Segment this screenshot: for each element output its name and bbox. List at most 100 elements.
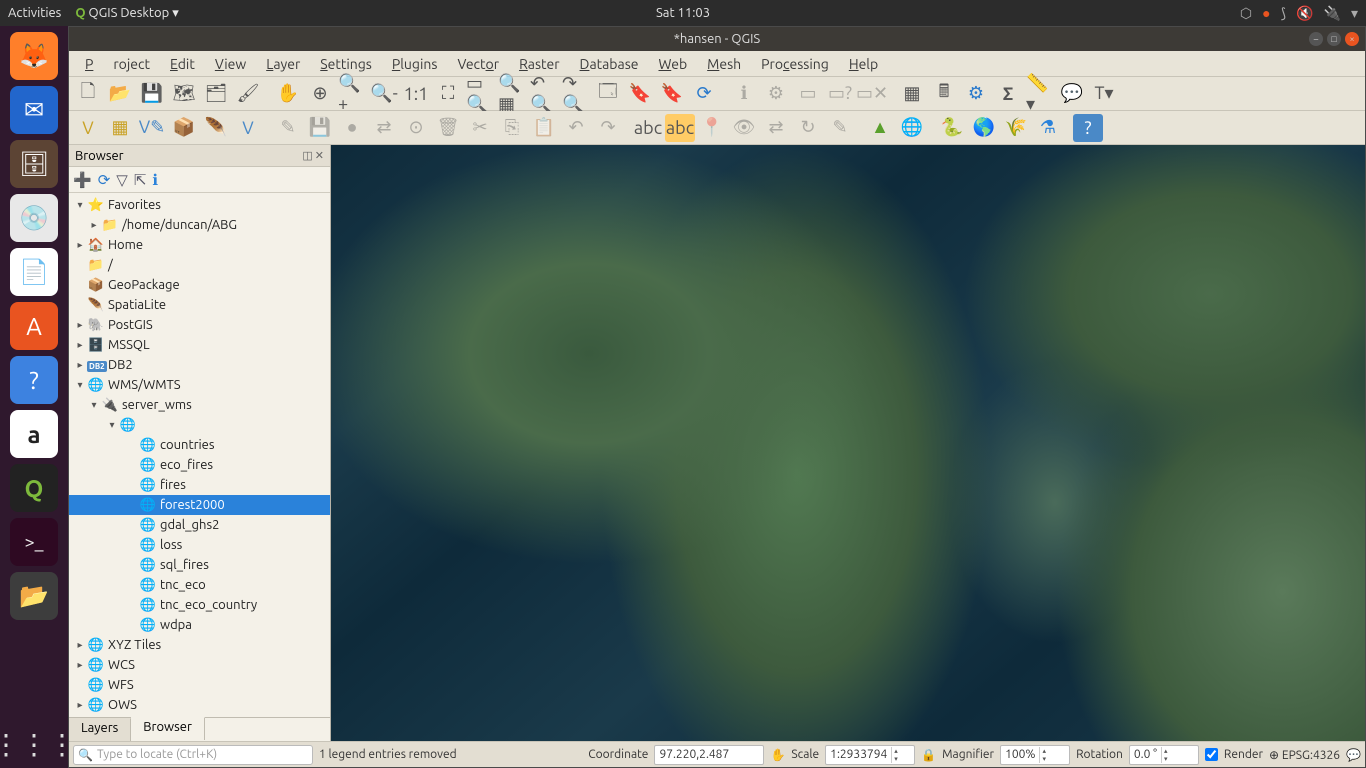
tree-item-SpatiaLite[interactable]: 🪶SpatiaLite bbox=[69, 295, 330, 315]
plugin-grass-button[interactable]: 🌾 bbox=[1001, 114, 1031, 142]
menu-web[interactable]: Web bbox=[649, 53, 698, 75]
select-button[interactable]: ▭ bbox=[793, 80, 823, 108]
new-spatialite-button[interactable]: 🪶 bbox=[201, 114, 231, 142]
window-minimize[interactable]: – bbox=[1309, 32, 1323, 46]
menu-raster[interactable]: Raster bbox=[509, 53, 569, 75]
tree-item-gdal_ghs2[interactable]: 🌐gdal_ghs2 bbox=[69, 515, 330, 535]
expand-icon[interactable]: ▸ bbox=[73, 239, 87, 251]
deselect-button[interactable]: ▭✕ bbox=[857, 80, 887, 108]
measure-button[interactable]: 📏▾ bbox=[1025, 80, 1055, 108]
paste-button[interactable]: 📋 bbox=[529, 114, 559, 142]
window-maximize[interactable]: □ bbox=[1327, 32, 1341, 46]
tree-item-DB2[interactable]: ▸DB2DB2 bbox=[69, 355, 330, 375]
volume-icon[interactable]: 🔇 bbox=[1296, 5, 1313, 22]
action-button[interactable]: ⚙ bbox=[761, 80, 791, 108]
activities-button[interactable]: Activities bbox=[8, 6, 61, 20]
tree-item-loss[interactable]: 🌐loss bbox=[69, 535, 330, 555]
label-change-button[interactable]: ✎ bbox=[825, 114, 855, 142]
launcher-help[interactable]: ? bbox=[10, 356, 58, 404]
menu-edit[interactable]: Edit bbox=[160, 53, 205, 75]
tree-item-sql_fires[interactable]: 🌐sql_fires bbox=[69, 555, 330, 575]
open-attribute-table-button[interactable]: ▦ bbox=[897, 80, 927, 108]
map-tips-button[interactable]: 💬 bbox=[1057, 80, 1087, 108]
tree-item-OWS[interactable]: ▸🌐OWS bbox=[69, 695, 330, 715]
label-show-button[interactable]: 👁 bbox=[729, 114, 759, 142]
tree-item-WMS/WMTS[interactable]: ▾🌐WMS/WMTS bbox=[69, 375, 330, 395]
filter-browser-icon[interactable]: ▽ bbox=[116, 171, 128, 189]
zoom-out-button[interactable]: 🔍- bbox=[369, 80, 399, 108]
expand-icon[interactable]: ▸ bbox=[73, 639, 87, 651]
tree-item-MSSQL[interactable]: ▸🗄️MSSQL bbox=[69, 335, 330, 355]
menu-project[interactable]: Project bbox=[75, 53, 160, 75]
show-bookmarks-button[interactable]: 🔖 bbox=[657, 80, 687, 108]
label-pin-button[interactable]: 📍 bbox=[697, 114, 727, 142]
zoom-full-button[interactable]: ⛶ bbox=[433, 80, 463, 108]
tree-item-eco_fires[interactable]: 🌐eco_fires bbox=[69, 455, 330, 475]
collapse-all-icon[interactable]: ⇱ bbox=[134, 171, 147, 189]
node-tool-button[interactable]: ⊙ bbox=[401, 114, 431, 142]
zoom-layer-button[interactable]: 🔍▦ bbox=[497, 80, 527, 108]
redo-button[interactable]: ↷ bbox=[593, 114, 623, 142]
tree-item-/home/duncan/ABG[interactable]: ▸📁/home/duncan/ABG bbox=[69, 215, 330, 235]
save-project-button[interactable]: 💾 bbox=[137, 80, 167, 108]
label-rotate-button[interactable]: ↻ bbox=[793, 114, 823, 142]
wifi-icon[interactable]: ⟆ bbox=[1281, 5, 1286, 22]
add-layer-icon[interactable]: ➕ bbox=[73, 171, 92, 189]
stats-button[interactable]: Σ bbox=[993, 80, 1023, 108]
launcher-terminal[interactable]: >_ bbox=[10, 518, 58, 566]
launcher-qgis[interactable]: Q bbox=[10, 464, 58, 512]
label-highlight-button[interactable]: abc bbox=[665, 114, 695, 142]
power-menu[interactable]: ▾ bbox=[1351, 5, 1358, 22]
new-map-view-button[interactable]: 🗔 bbox=[593, 80, 623, 108]
tree-item-tnc_eco[interactable]: 🌐tnc_eco bbox=[69, 575, 330, 595]
annotation-button[interactable]: T▾ bbox=[1089, 80, 1119, 108]
expand-icon[interactable]: ▾ bbox=[87, 399, 101, 411]
plugin-processing-button[interactable]: ⚗ bbox=[1033, 114, 1063, 142]
tree-item-countries[interactable]: 🌐countries bbox=[69, 435, 330, 455]
menu-help[interactable]: Help bbox=[839, 53, 888, 75]
plugin-globe-button[interactable]: 🌎 bbox=[969, 114, 999, 142]
layout-manager-button[interactable]: 🗂 bbox=[201, 80, 231, 108]
plugin-metasearch-button[interactable]: 🌐 bbox=[897, 114, 927, 142]
plugin-gps-button[interactable]: ▲ bbox=[865, 114, 895, 142]
label-move-button[interactable]: ⇄ bbox=[761, 114, 791, 142]
select-value-button[interactable]: ▭? bbox=[825, 80, 855, 108]
new-virtual-button[interactable]: V bbox=[233, 114, 263, 142]
locator-input[interactable]: 🔍 Type to locate (Ctrl+K) bbox=[73, 745, 313, 765]
new-bookmark-button[interactable]: 🔖 bbox=[625, 80, 655, 108]
battery-icon[interactable]: 🔌 bbox=[1324, 5, 1341, 22]
tree-item-WCS[interactable]: ▸🌐WCS bbox=[69, 655, 330, 675]
field-calc-button[interactable]: 🖩 bbox=[929, 80, 959, 108]
menu-view[interactable]: View bbox=[205, 53, 256, 75]
window-titlebar[interactable]: *hansen - QGIS – □ × bbox=[69, 27, 1365, 51]
tree-item-XYZ Tiles[interactable]: ▸🌐XYZ Tiles bbox=[69, 635, 330, 655]
expand-icon[interactable]: ▸ bbox=[73, 659, 87, 671]
launcher-firefox[interactable]: 🦊 bbox=[10, 32, 58, 80]
menu-vector[interactable]: Vector bbox=[447, 53, 509, 75]
browser-panel-title[interactable]: Browser ◫ ✕ bbox=[69, 145, 330, 167]
tab-browser[interactable]: Browser bbox=[131, 717, 205, 740]
coordinate-field[interactable]: 97.220,2.487 bbox=[654, 745, 764, 765]
scale-field[interactable]: 1:2933794▴▾ bbox=[825, 745, 915, 765]
tree-item-PostGIS[interactable]: ▸🐘PostGIS bbox=[69, 315, 330, 335]
tree-item-server_wms[interactable]: ▾🔌server_wms bbox=[69, 395, 330, 415]
style-manager-button[interactable]: 🖌 bbox=[233, 80, 263, 108]
launcher-amazon[interactable]: a bbox=[10, 410, 58, 458]
zoom-last-button[interactable]: ↶🔍 bbox=[529, 80, 559, 108]
add-vector-button[interactable]: V bbox=[73, 114, 103, 142]
cut-button[interactable]: ✂ bbox=[465, 114, 495, 142]
scale-lock-icon[interactable]: 🔒 bbox=[921, 748, 936, 762]
identify-button[interactable]: ℹ bbox=[729, 80, 759, 108]
new-print-layout-button[interactable]: 🗺 bbox=[169, 80, 199, 108]
tree-item-node[interactable]: ▾🌐 bbox=[69, 415, 330, 435]
window-close[interactable]: × bbox=[1345, 32, 1359, 46]
expand-icon[interactable]: ▾ bbox=[73, 199, 87, 211]
tree-item-forest2000[interactable]: 🌐forest2000 bbox=[69, 495, 330, 515]
undo-button[interactable]: ↶ bbox=[561, 114, 591, 142]
zoom-in-button[interactable]: 🔍+ bbox=[337, 80, 367, 108]
menu-mesh[interactable]: Mesh bbox=[697, 53, 751, 75]
tree-item-tnc_eco_country[interactable]: 🌐tnc_eco_country bbox=[69, 595, 330, 615]
record-icon[interactable]: ● bbox=[1262, 5, 1270, 21]
menu-plugins[interactable]: Plugins bbox=[382, 53, 448, 75]
expand-icon[interactable]: ▾ bbox=[73, 379, 87, 391]
